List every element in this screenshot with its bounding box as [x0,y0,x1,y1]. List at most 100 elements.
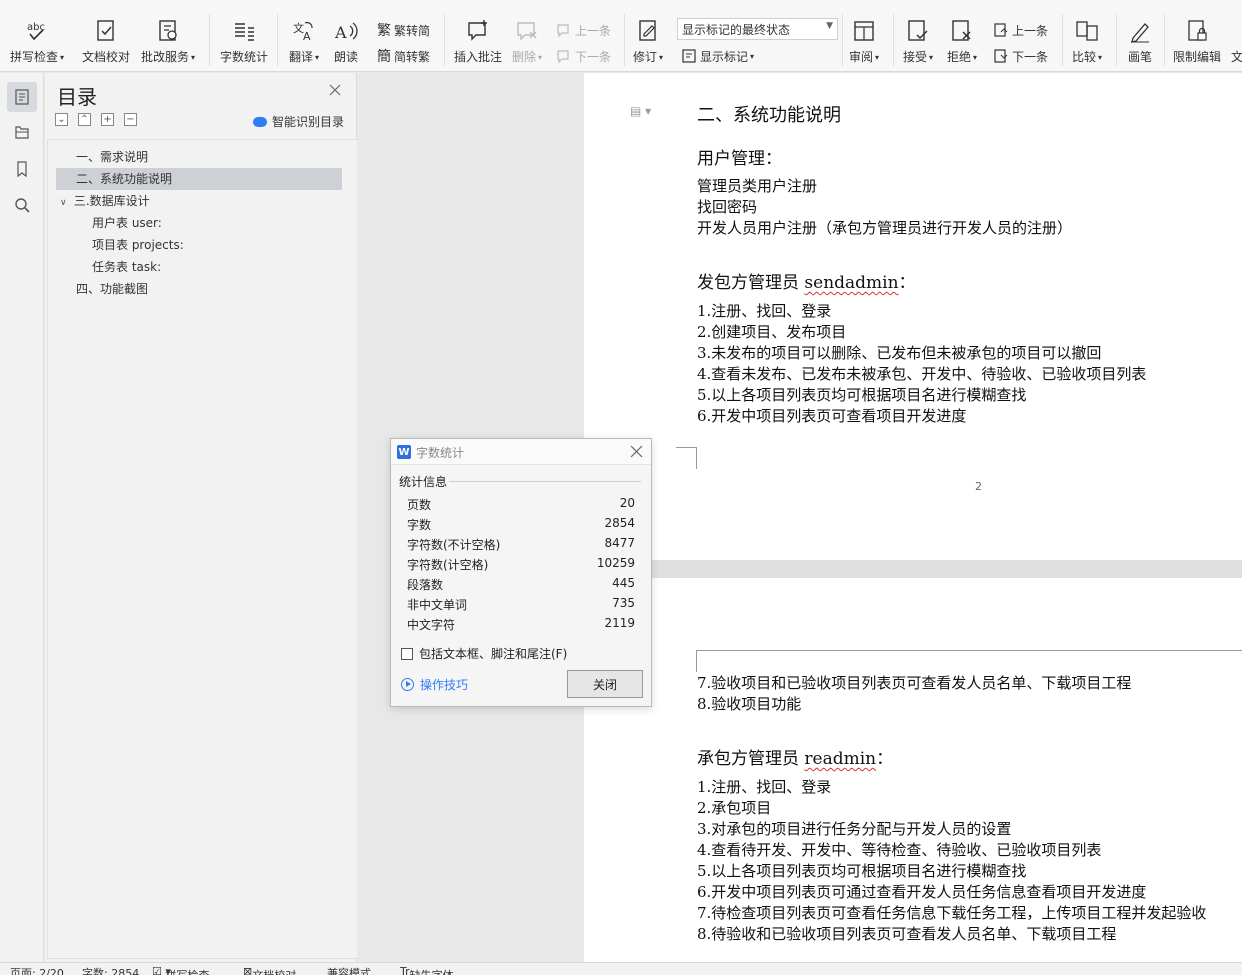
markup-mode-select[interactable]: 显示标记的最终状态 ▼ [677,18,838,40]
spell-check-status[interactable]: ☑ 拼写检查 ▾ [152,965,209,975]
dialog-title: 字数统计 [416,446,465,460]
restrict-editing-button[interactable]: 限制编辑 [1173,16,1221,68]
paragraph: 5.以上各项目列表页均可根据项目名进行模糊查找 [697,386,1027,404]
read-aloud-button[interactable]: A 朗读 [333,16,359,68]
paragraph: 3.未发布的项目可以删除、已发布但未被承包的项目可以撤回 [697,344,1102,362]
word-count-button[interactable]: 字数统计 [220,16,268,68]
stats-group-label: 统计信息 [399,475,448,489]
doc-proofread-button[interactable]: 文档校对 [82,16,130,68]
close-icon[interactable] [630,445,643,458]
ribbon-separator [1164,14,1165,66]
toc-item[interactable]: ∨ 三.数据库设计 [60,190,340,212]
doc-proofread-status-label: 文档校对 [252,967,296,975]
toc-item-label: 二、系统功能说明 [76,172,173,186]
dialog-titlebar[interactable]: W 字数统计 [391,439,651,465]
show-markup-button[interactable]: 显示标记 ▾ [681,46,754,66]
word-count-dialog: W 字数统计 统计信息 页数 20 字数 2854 字符数(不计空格) 8477… [390,438,652,707]
restrict-editing-label: 限制编辑 [1173,50,1222,64]
paragraph: 4.查看未发布、已发布未被承包、开发中、待验收、已验收项目列表 [697,365,1147,383]
toc-item-label: 一、需求说明 [76,150,149,164]
chapter-nav-button[interactable] [7,117,37,147]
ribbon-separator [893,14,894,66]
search-button[interactable] [7,190,37,220]
toc-item[interactable]: 四、功能截图 [76,278,346,300]
include-textbox-checkbox[interactable]: 包括文本框、脚注和尾注(F) [401,645,567,662]
ink-label: 画笔 [1127,50,1152,64]
show-markup-label: 显示标记 [700,49,749,64]
add-level-icon[interactable]: + [101,113,114,126]
toc-panel-button[interactable] [7,82,37,112]
chevron-down-icon[interactable]: ∨ [60,192,70,214]
expand-all-icon[interactable]: ⌃ [78,113,91,126]
review-service-button[interactable]: 批改服务 ▾ [141,16,195,68]
checkbox-box[interactable] [401,647,413,660]
smart-recognize-toc-button[interactable]: 智能识别目录 [252,113,344,130]
toc-item[interactable]: 用户表 user: [92,212,342,234]
page-corner-mark [676,650,697,672]
paragraph-options-icon[interactable]: ▤ ▾ [630,104,651,118]
word-count-icon [231,16,257,46]
stat-label: 字符数(计空格) [407,558,489,572]
track-changes-button[interactable]: 修订 ▾ [633,16,663,68]
read-aloud-icon: A [333,16,359,46]
toc-item-selected[interactable]: 二、系统功能说明 [56,168,342,190]
close-button[interactable]: 关闭 [567,670,643,698]
ribbon-separator [624,14,625,66]
stat-label: 中文字符 [407,618,456,632]
missing-fonts-status[interactable]: Tr 缺失字体 [400,965,454,975]
translate-label: 翻译 [289,50,314,64]
more-ribbon-button[interactable]: 文 [1231,16,1242,68]
delete-comment-button[interactable]: 删除 ▾ [512,16,542,68]
ai-cloud-icon [252,116,267,127]
compare-button[interactable]: 比较 ▾ [1072,16,1102,68]
stat-label: 页数 [407,498,432,512]
bookmark-button[interactable] [7,154,37,184]
toc-item[interactable]: 项目表 projects: [92,234,342,256]
toc-item[interactable]: 任务表 task: [92,256,342,278]
stat-row: 页数 20 [407,493,635,513]
review-pane-button[interactable]: 审阅 ▾ [849,16,879,68]
doc-proofread-status[interactable]: ⊠ 文档校对 [243,965,296,975]
folder-tree-icon [15,126,29,139]
stat-label: 段落数 [407,578,444,592]
reject-button[interactable]: 拒绝 ▾ [947,16,977,68]
delete-comment-icon [514,16,540,46]
translate-button[interactable]: 文A 翻译 ▾ [289,16,319,68]
page-indicator[interactable]: 页面: 2/20 [10,965,64,975]
next-change-button[interactable]: 下一条 [993,46,1048,66]
page-number: 2 [975,480,982,493]
prev-change-button[interactable]: 上一条 [993,20,1048,40]
stat-label: 字数 [407,518,432,532]
smart-recognize-label: 智能识别目录 [271,115,344,129]
next-comment-label: 下一条 [575,49,612,64]
page-gap [584,560,1242,578]
toc-tools: ⌄ ⌃ + − [55,113,137,126]
simp-to-trad-button[interactable]: 簡 简转繁 [377,46,430,66]
remove-level-icon[interactable]: − [124,113,137,126]
insert-comment-icon [465,16,491,46]
spell-check-icon: abc [24,16,50,46]
toc-item[interactable]: 一、需求说明 [76,146,346,168]
next-comment-button[interactable]: 下一条 [556,46,611,66]
paragraph: 1.注册、找回、登录 [697,302,832,320]
trad-to-simp-button[interactable]: 繁 繁转简 [377,20,430,40]
prev-comment-button[interactable]: 上一条 [556,20,611,40]
ribbon-separator [842,14,843,66]
paragraph: 5.以上各项目列表页均可根据项目名进行模糊查找 [697,862,1027,880]
review-pane-label: 审阅 [849,50,874,64]
close-icon[interactable] [328,83,342,97]
review-pane-icon [851,16,877,46]
compat-mode-status: 兼容模式 [327,967,371,975]
spell-check-status-label: 拼写检查 [165,967,209,975]
ribbon-separator [1116,14,1117,66]
insert-comment-button[interactable]: 插入批注 [454,16,502,68]
ribbon-toolbar: abc 拼写检查 ▾ 文档校对 批改服务 ▾ 字数统计 文A 翻译 ▾ A 朗读 繁 [0,0,1242,72]
spell-check-button[interactable]: abc 拼写检查 ▾ [10,16,64,68]
collapse-all-icon[interactable]: ⌄ [55,113,68,126]
ink-button[interactable]: 画笔 [1127,16,1153,68]
accept-button[interactable]: 接受 ▾ [903,16,933,68]
toc-item-label: 项目表 projects: [92,238,184,252]
toc-item-label: 四、功能截图 [76,282,149,296]
tips-link[interactable]: 操作技巧 [401,676,468,693]
word-count-indicator[interactable]: 字数: 2854 [82,965,139,975]
